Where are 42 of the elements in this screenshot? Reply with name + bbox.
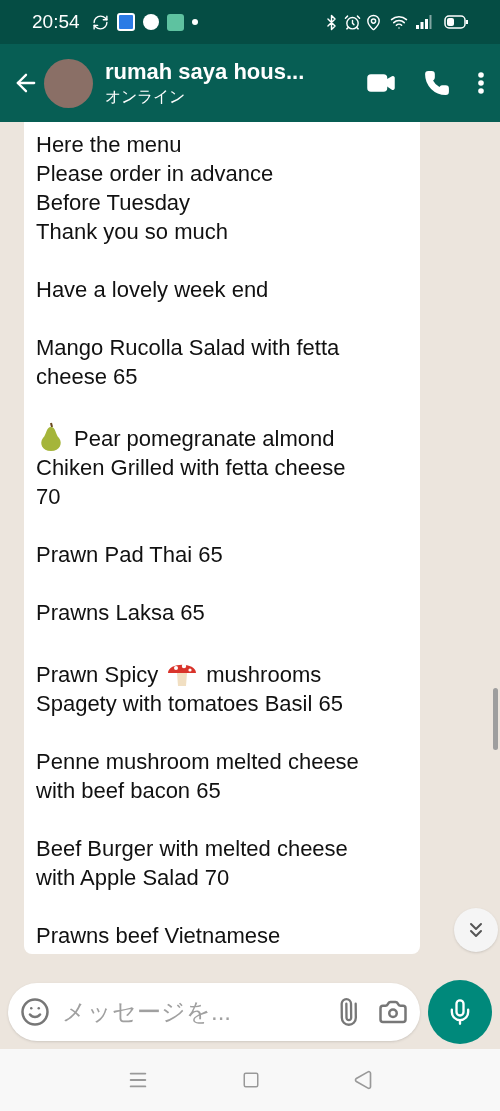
menu-button[interactable]	[478, 72, 484, 94]
back-icon[interactable]	[353, 1070, 374, 1090]
message-line: with beef bacon 65	[36, 777, 222, 805]
clock-text: 20:54	[32, 9, 80, 34]
contact-name[interactable]: rumah saya hous...	[105, 58, 350, 86]
message-input[interactable]: メッセージを...	[8, 983, 420, 1041]
circle-notification-icon	[142, 14, 159, 30]
sync-icon	[91, 13, 109, 31]
signal-icon	[416, 15, 432, 29]
message-line: cheese 65	[36, 363, 139, 391]
message-field[interactable]: メッセージを...	[62, 994, 322, 1030]
battery-icon	[444, 15, 468, 29]
message-line: Penne mushroom melted cheese	[36, 748, 360, 776]
app-notification-icon	[116, 13, 135, 31]
wifi-icon	[390, 13, 408, 31]
message-line: Before Tuesday	[36, 189, 192, 217]
phone-call-button[interactable]	[424, 70, 450, 96]
message-line: Prawn Spicy mushrooms	[36, 656, 408, 689]
home-icon[interactable]	[242, 1071, 260, 1089]
location-icon	[365, 13, 382, 31]
scroll-down-button[interactable]	[454, 908, 498, 952]
alarm-icon	[344, 13, 361, 31]
menu-icon	[478, 72, 484, 94]
message-line: Beef Burger with melted cheese	[36, 835, 349, 863]
message-line: Chiken Grilled with fetta cheese	[36, 454, 347, 482]
message-line: Thank you so much	[36, 218, 229, 246]
message-line: Please order in advance	[36, 160, 275, 188]
message-line: with Apple Salad 70	[36, 864, 231, 892]
message-line: Mango Rucolla Salad with fetta	[36, 334, 341, 362]
message-line: Pear pomegranate almond	[36, 420, 408, 453]
scroll-indicator	[493, 688, 498, 750]
message-line: 70	[36, 483, 62, 511]
phone-icon	[424, 70, 450, 96]
message-line: Here the menu	[36, 131, 183, 159]
emoji-icon[interactable]	[20, 997, 50, 1027]
app-notification-icon	[166, 13, 184, 31]
presence-status: オンライン	[105, 87, 186, 107]
message-line: Prawn Pad Thai 65	[36, 541, 224, 569]
message-line: Prawns Laksa 65	[36, 599, 206, 627]
message-line: Have a lovely week end	[36, 276, 270, 304]
message-line: Prawns beef Vietnamese	[36, 922, 282, 950]
message-line: Spagety with tomatoes Basil 65	[36, 690, 344, 718]
